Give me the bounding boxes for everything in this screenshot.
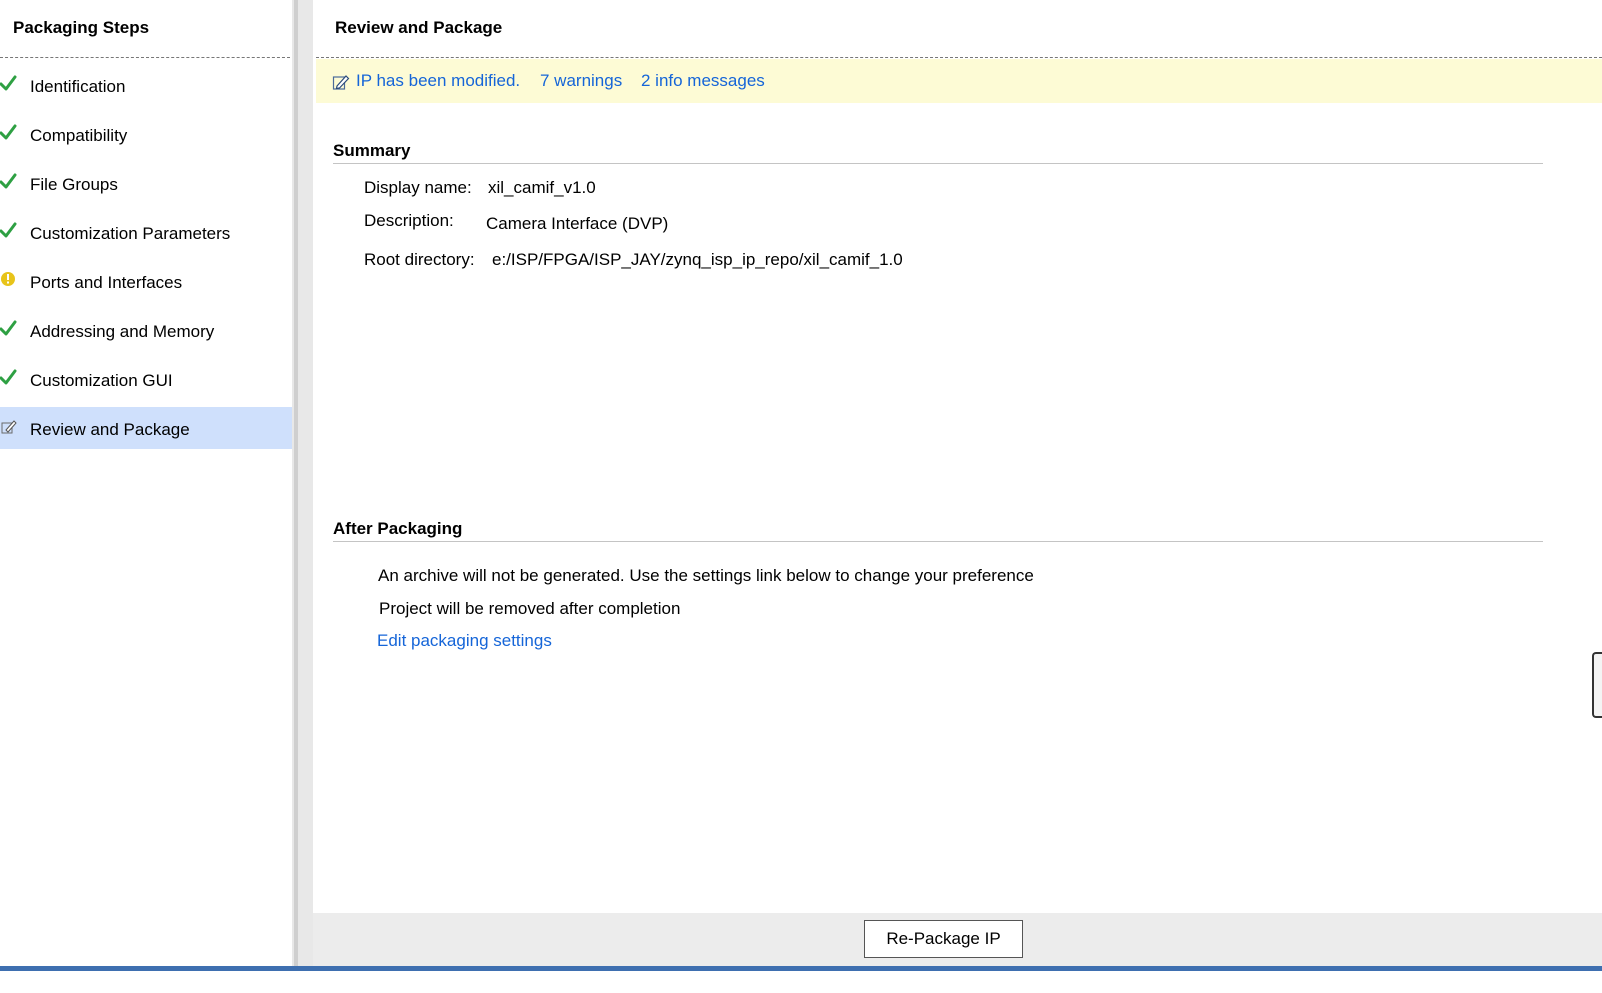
check-icon [0, 320, 17, 336]
step-file-groups[interactable]: File Groups [0, 162, 292, 204]
edit-icon [1, 420, 17, 434]
step-ports-and-interfaces[interactable]: Ports and Interfaces [0, 260, 292, 302]
after-packaging-heading: After Packaging [333, 519, 463, 538]
step-label: Compatibility [30, 126, 128, 145]
step-customization-gui[interactable]: Customization GUI [0, 358, 292, 400]
splitter-sash [294, 0, 298, 986]
packaging-steps-panel: Packaging Steps Identification Compatibi… [0, 0, 292, 986]
packaging-steps-title: Packaging Steps [13, 18, 150, 37]
step-label: Ports and Interfaces [30, 273, 183, 292]
summary-heading: Summary [333, 141, 411, 160]
description-label: Description: [364, 211, 454, 230]
packaging-steps-list: Identification Compatibility File Groups… [0, 64, 292, 456]
page-title: Review and Package [335, 18, 503, 37]
check-icon [0, 75, 17, 91]
root-directory-label: Root directory: [364, 250, 475, 269]
below-window-area [0, 971, 1602, 993]
project-removal-text: Project will be removed after completion [379, 599, 681, 618]
archive-info-text: An archive will not be generated. Use th… [378, 566, 1034, 585]
description-value: Camera Interface (DVP) [486, 214, 669, 233]
repackage-ip-button[interactable]: Re-Package IP [864, 920, 1023, 958]
step-addressing-and-memory[interactable]: Addressing and Memory [0, 309, 292, 351]
side-panel-handle[interactable] [1592, 652, 1602, 718]
step-label: Identification [30, 77, 126, 96]
display-name-value: xil_camif_v1.0 [488, 178, 596, 197]
step-identification[interactable]: Identification [0, 64, 292, 106]
after-packaging-rule [333, 541, 1543, 542]
edit-packaging-settings-link[interactable]: Edit packaging settings [377, 631, 552, 651]
packaging-steps-divider [0, 57, 290, 58]
check-icon [0, 222, 17, 238]
summary-rule [333, 163, 1543, 164]
check-icon [0, 173, 17, 189]
package-ip-window: Packaging Steps Identification Compatibi… [0, 0, 1602, 993]
step-customization-parameters[interactable]: Customization Parameters [0, 211, 292, 253]
step-review-and-package[interactable]: Review and Package [0, 407, 292, 449]
step-compatibility[interactable]: Compatibility [0, 113, 292, 155]
root-directory-value: e:/ISP/FPGA/ISP_JAY/zynq_isp_ip_repo/xil… [492, 250, 903, 269]
step-label: Addressing and Memory [30, 322, 215, 341]
step-label: File Groups [30, 175, 118, 194]
info-messages-link[interactable]: 2 info messages [641, 71, 765, 91]
step-label: Customization GUI [30, 371, 173, 390]
title-divider [316, 57, 1602, 58]
check-icon [0, 369, 17, 385]
panel-splitter[interactable] [292, 0, 313, 986]
review-package-panel: Review and Package IP has been modified.… [316, 0, 1602, 913]
action-bar: Re-Package IP [313, 913, 1602, 966]
display-name-label: Display name: [364, 178, 472, 197]
warnings-link[interactable]: 7 warnings [540, 71, 622, 91]
status-banner: IP has been modified. 7 warnings 2 info … [316, 59, 1602, 103]
step-label: Customization Parameters [30, 224, 231, 243]
edit-icon [332, 75, 350, 90]
warning-icon [1, 272, 15, 286]
ip-modified-link[interactable]: IP has been modified. [356, 71, 520, 91]
step-label: Review and Package [30, 420, 190, 439]
check-icon [0, 124, 17, 140]
